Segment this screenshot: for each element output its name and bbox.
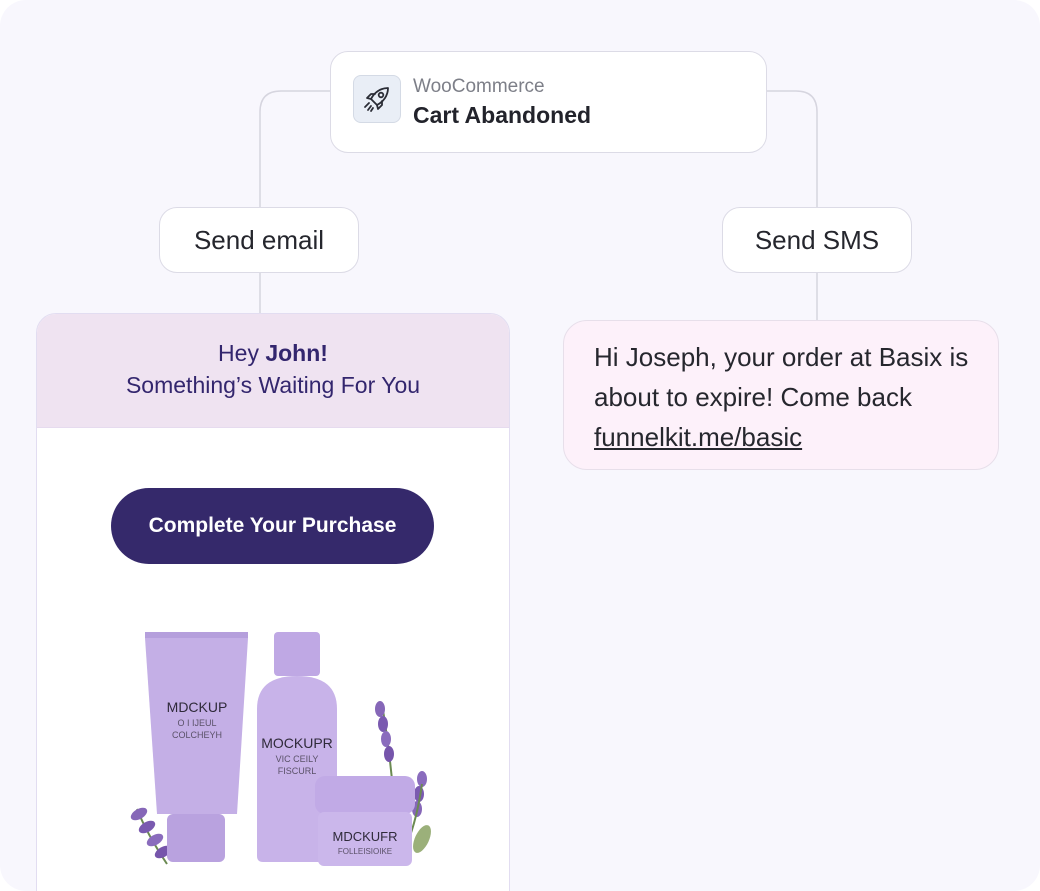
svg-text:MDCKUP: MDCKUP [167, 699, 228, 715]
sms-preview-bubble: Hi Joseph, your order at Basix is about … [563, 320, 999, 470]
svg-text:FISCURL: FISCURL [278, 766, 317, 776]
greeting-name: John! [265, 340, 328, 366]
email-tagline: Something’s Waiting For You [125, 372, 421, 398]
svg-text:COLCHEYH: COLCHEYH [172, 730, 222, 740]
workflow-canvas: WooCommerce Cart Abandoned Send email Se… [0, 0, 1040, 891]
trigger-event: Cart Abandoned [413, 102, 592, 128]
email-preview-card[interactable]: Hey John! Something’s Waiting For You Co… [36, 313, 510, 891]
svg-text:MOCKUPR: MOCKUPR [261, 735, 333, 751]
svg-text:VIC CEILY: VIC CEILY [276, 754, 319, 764]
tube-product: MDCKUP O I IJEUL COLCHEYH [145, 632, 248, 862]
trigger-card[interactable]: WooCommerce Cart Abandoned [330, 51, 767, 153]
sms-message: Hi Joseph, your order at Basix is about … [594, 342, 969, 412]
sms-link[interactable]: funnelkit.me/basic [594, 422, 802, 452]
connector-to-sms [767, 90, 818, 207]
svg-text:O I IJEUL: O I IJEUL [177, 718, 216, 728]
rocket-icon [353, 75, 401, 123]
connector-to-email [259, 90, 330, 207]
svg-text:FOLLEISIOIKE: FOLLEISIOIKE [338, 847, 392, 856]
greeting-prefix: Hey [218, 340, 266, 366]
send-email-action[interactable]: Send email [159, 207, 359, 273]
email-greeting: Hey John! [37, 338, 509, 368]
email-header: Hey John! Something’s Waiting For You [37, 314, 509, 428]
trigger-platform: WooCommerce [413, 76, 545, 97]
svg-text:MDCKUFR: MDCKUFR [333, 829, 398, 844]
send-sms-action[interactable]: Send SMS [722, 207, 912, 273]
product-image: MDCKUP O I IJEUL COLCHEYH MOCKUPR VIC CE… [130, 632, 431, 866]
complete-purchase-button[interactable]: Complete Your Purchase [111, 488, 434, 564]
jar-product: MDCKUFR FOLLEISIOIKE [315, 776, 415, 866]
